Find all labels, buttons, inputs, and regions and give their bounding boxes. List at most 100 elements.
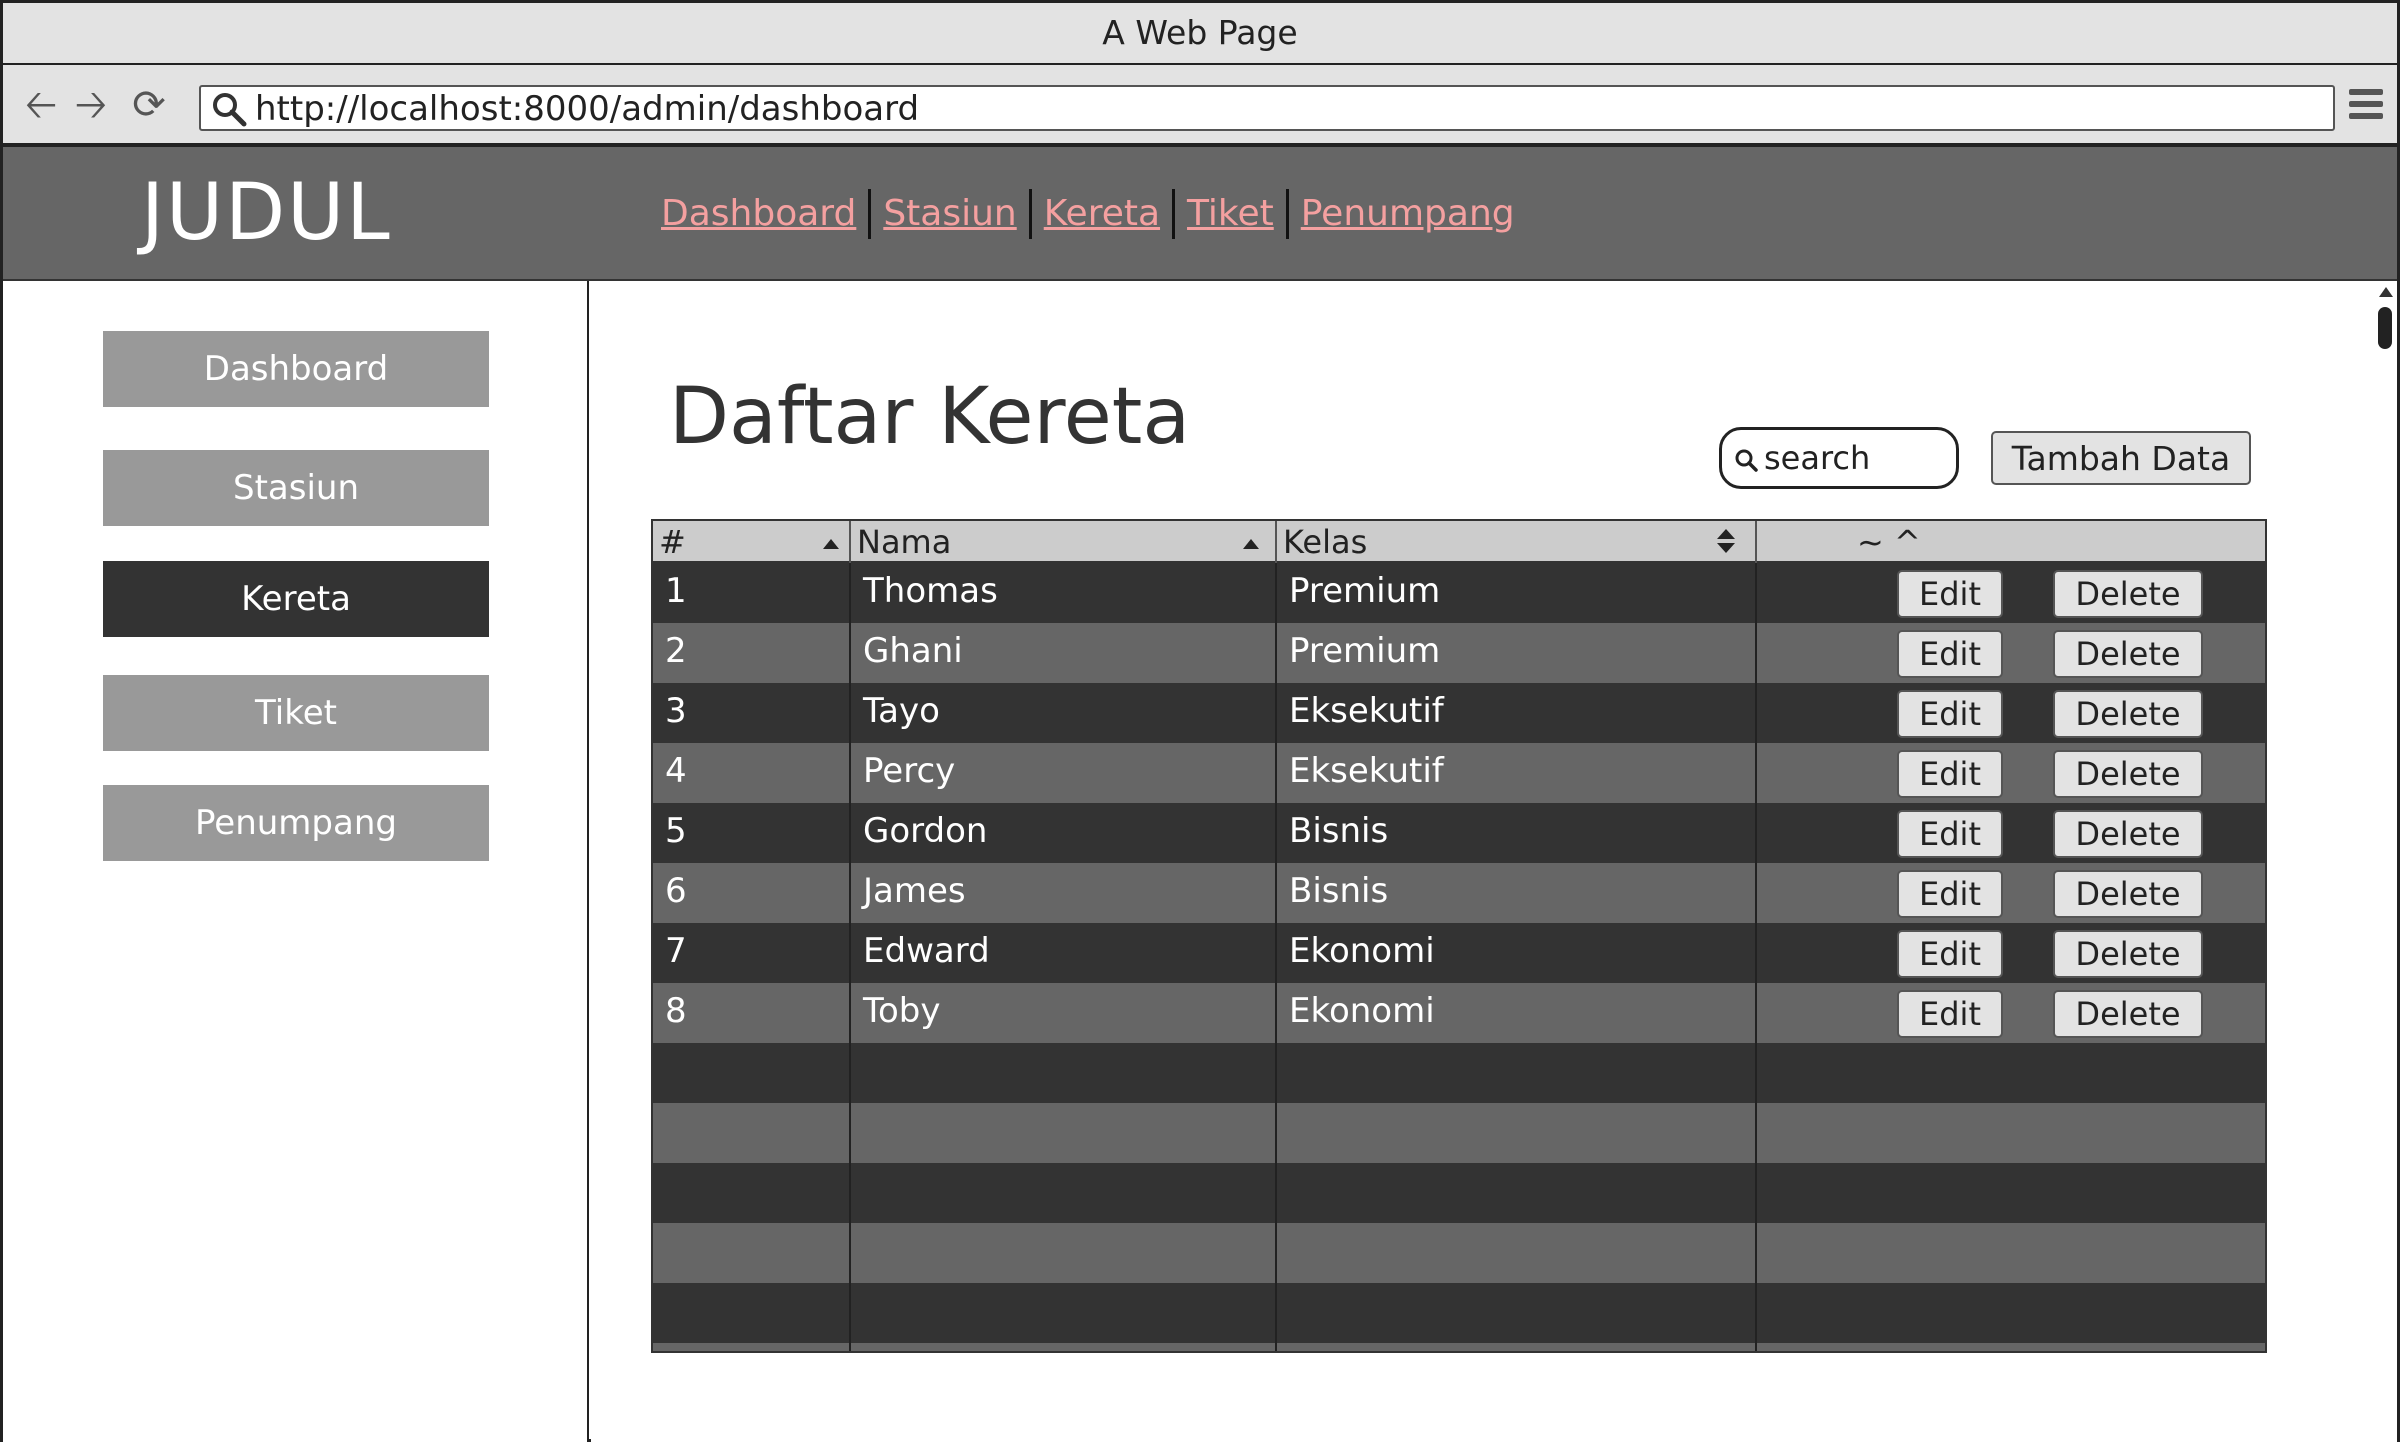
nav-link-tiket[interactable]: Tiket	[1175, 189, 1286, 239]
empty-table-row	[653, 1163, 2265, 1223]
edit-button[interactable]: Edit	[1897, 810, 2003, 858]
forward-arrow-icon[interactable]: 🡢	[69, 83, 113, 127]
cell-kelas: Eksekutif	[1289, 751, 1444, 791]
column-header-kelas[interactable]: Kelas	[1277, 521, 1757, 563]
search-box[interactable]	[1719, 427, 1959, 489]
sidebar: Dashboard Stasiun Kereta Tiket Penumpang	[3, 281, 589, 1442]
cell-nama: Gordon	[863, 811, 988, 851]
nav-link-penumpang[interactable]: Penumpang	[1289, 189, 1527, 239]
sort-ascending-icon[interactable]	[823, 539, 839, 549]
empty-table-row	[653, 1343, 2265, 1351]
column-divider	[1275, 563, 1277, 1351]
empty-table-row	[653, 1103, 2265, 1163]
search-icon	[213, 93, 247, 127]
title-bar: A Web Page	[3, 3, 2397, 65]
edit-button[interactable]: Edit	[1897, 870, 2003, 918]
edit-button[interactable]: Edit	[1897, 990, 2003, 1038]
table-header: # Nama Kelas ~ ^	[653, 521, 2265, 563]
delete-button[interactable]: Delete	[2053, 870, 2203, 918]
table-row: 2 Ghani Premium Edit Delete	[653, 623, 2265, 683]
address-bar: 🡠 🡢 ⟳ http://localhost:8000/admin/dashbo…	[3, 65, 2397, 147]
empty-table-row	[653, 1283, 2265, 1343]
cell-kelas: Bisnis	[1289, 871, 1389, 911]
table-row: 7 Edward Ekonomi Edit Delete	[653, 923, 2265, 983]
cell-nama: Ghani	[863, 631, 963, 671]
sort-toggle-icon[interactable]	[1717, 529, 1735, 555]
cell-nama: James	[863, 871, 966, 911]
delete-button[interactable]: Delete	[2053, 810, 2203, 858]
edit-button[interactable]: Edit	[1897, 630, 2003, 678]
nav-link-stasiun[interactable]: Stasiun	[871, 189, 1028, 239]
column-header-actions: ~ ^	[1757, 521, 2265, 563]
url-text: http://localhost:8000/admin/dashboard	[255, 89, 920, 129]
brand-title: JUDUL	[141, 168, 392, 258]
search-input[interactable]	[1764, 436, 1944, 480]
column-header-number[interactable]: #	[653, 521, 851, 563]
column-label: Kelas	[1283, 523, 1368, 561]
scroll-up-arrow-icon[interactable]	[2379, 287, 2393, 297]
sidebar-item-tiket[interactable]: Tiket	[103, 675, 489, 751]
scrollbar-thumb[interactable]	[2378, 307, 2392, 349]
menu-icon[interactable]	[2349, 89, 2383, 127]
delete-button[interactable]: Delete	[2053, 630, 2203, 678]
search-icon	[1735, 449, 1758, 472]
edit-button[interactable]: Edit	[1897, 690, 2003, 738]
cell-number: 6	[665, 871, 687, 911]
delete-button[interactable]: Delete	[2053, 690, 2203, 738]
site-header: JUDUL Dashboard Stasiun Kereta Tiket Pen…	[3, 147, 2397, 281]
reload-icon[interactable]: ⟳	[127, 83, 171, 127]
cell-number: 8	[665, 991, 687, 1031]
column-header-nama[interactable]: Nama	[851, 521, 1277, 563]
table-row: 3 Tayo Eksekutif Edit Delete	[653, 683, 2265, 743]
vertical-scrollbar[interactable]	[2373, 281, 2397, 1442]
column-divider	[1755, 563, 1757, 1351]
cell-kelas: Ekonomi	[1289, 991, 1435, 1031]
cell-kelas: Premium	[1289, 631, 1441, 671]
browser-window: A Web Page 🡠 🡢 ⟳ http://localhost:8000/a…	[0, 0, 2400, 1442]
cell-kelas: Premium	[1289, 571, 1441, 611]
cell-kelas: Eksekutif	[1289, 691, 1444, 731]
column-label: Nama	[857, 523, 952, 561]
add-data-button[interactable]: Tambah Data	[1991, 431, 2251, 485]
table-row: 1 Thomas Premium Edit Delete	[653, 563, 2265, 623]
sort-ascending-icon[interactable]	[1243, 539, 1259, 549]
delete-button[interactable]: Delete	[2053, 990, 2203, 1038]
cell-kelas: Ekonomi	[1289, 931, 1435, 971]
cell-nama: Tayo	[863, 691, 940, 731]
cell-nama: Percy	[863, 751, 956, 791]
cell-kelas: Bisnis	[1289, 811, 1389, 851]
cell-nama: Thomas	[863, 571, 998, 611]
table-row: 5 Gordon Bisnis Edit Delete	[653, 803, 2265, 863]
edit-button[interactable]: Edit	[1897, 930, 2003, 978]
sidebar-item-penumpang[interactable]: Penumpang	[103, 785, 489, 861]
delete-button[interactable]: Delete	[2053, 750, 2203, 798]
cell-number: 4	[665, 751, 687, 791]
page-title: Daftar Kereta	[669, 372, 1191, 462]
nav-link-dashboard[interactable]: Dashboard	[649, 189, 868, 239]
column-label: #	[659, 523, 686, 561]
empty-table-row	[653, 1043, 2265, 1103]
column-label: ~ ^	[1857, 523, 1921, 561]
cell-number: 5	[665, 811, 687, 851]
kereta-table: # Nama Kelas ~ ^ 1 Thomas Premium Edit D…	[651, 519, 2267, 1353]
cell-nama: Edward	[863, 931, 990, 971]
cell-number: 1	[665, 571, 687, 611]
top-navigation: Dashboard Stasiun Kereta Tiket Penumpang	[649, 187, 1527, 241]
cell-number: 3	[665, 691, 687, 731]
window-title: A Web Page	[1102, 13, 1298, 52]
url-field[interactable]: http://localhost:8000/admin/dashboard	[199, 85, 2335, 131]
sidebar-item-stasiun[interactable]: Stasiun	[103, 450, 489, 526]
sidebar-item-kereta[interactable]: Kereta	[103, 561, 489, 637]
main-content: Daftar Kereta Tambah Data # Nama Ke	[591, 281, 2373, 1442]
table-row: 6 James Bisnis Edit Delete	[653, 863, 2265, 923]
edit-button[interactable]: Edit	[1897, 750, 2003, 798]
table-row: 4 Percy Eksekutif Edit Delete	[653, 743, 2265, 803]
delete-button[interactable]: Delete	[2053, 570, 2203, 618]
edit-button[interactable]: Edit	[1897, 570, 2003, 618]
nav-link-kereta[interactable]: Kereta	[1032, 189, 1172, 239]
cell-nama: Toby	[863, 991, 941, 1031]
delete-button[interactable]: Delete	[2053, 930, 2203, 978]
sidebar-item-dashboard[interactable]: Dashboard	[103, 331, 489, 407]
column-divider	[849, 563, 851, 1351]
back-arrow-icon[interactable]: 🡠	[19, 83, 63, 127]
